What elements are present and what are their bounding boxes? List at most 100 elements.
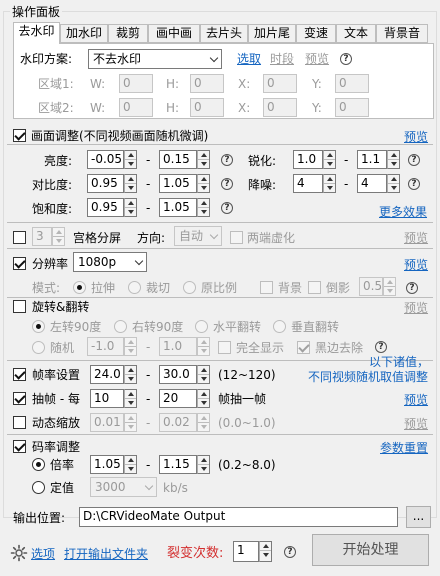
select-link[interactable]: 选取: [237, 52, 261, 66]
remove-black-checkbox[interactable]: [297, 341, 310, 354]
dynamic-zoom-max-spinner[interactable]: [197, 413, 210, 432]
random-min-spinner[interactable]: [124, 337, 137, 356]
frame-drop-checkbox[interactable]: [13, 392, 26, 405]
tab-remove-watermark[interactable]: 去水印: [13, 22, 60, 44]
sharpen-min-spinner[interactable]: [323, 150, 336, 169]
watermark-preview-link[interactable]: 预览: [305, 52, 329, 66]
resolution-select[interactable]: 1080p: [73, 252, 147, 272]
full-display-checkbox[interactable]: [218, 341, 231, 354]
help-icon[interactable]: ?: [284, 546, 296, 558]
frame-drop-min-input[interactable]: 10: [90, 389, 124, 408]
region2-y-input[interactable]: 0: [335, 98, 369, 117]
hflip-radio[interactable]: [195, 320, 208, 333]
framerate-checkbox[interactable]: [13, 368, 26, 381]
rotate-preview-link[interactable]: 预览: [404, 301, 428, 315]
saturation-min-input[interactable]: 0.95: [87, 198, 124, 217]
scheme-select[interactable]: 不去水印: [88, 49, 222, 69]
random-min-input[interactable]: -1.0: [87, 337, 124, 356]
frame-drop-max-spinner[interactable]: [197, 389, 210, 408]
contrast-min-input[interactable]: 0.95: [87, 174, 124, 193]
rotate-left90-radio[interactable]: [32, 320, 45, 333]
help-icon[interactable]: ?: [340, 53, 352, 65]
frame-drop-min-spinner[interactable]: [124, 389, 137, 408]
reflection-checkbox[interactable]: [308, 281, 321, 294]
random-rotate-radio[interactable]: [32, 341, 45, 354]
tab-add-watermark[interactable]: 加水印: [60, 24, 108, 43]
framerate-min-spinner[interactable]: [124, 365, 137, 384]
frame-drop-max-input[interactable]: 20: [159, 389, 197, 408]
region2-w-input[interactable]: 0: [119, 98, 153, 117]
contrast-min-spinner[interactable]: [124, 174, 137, 193]
framerate-min-input[interactable]: 24.0: [90, 365, 124, 384]
random-max-spinner[interactable]: [197, 337, 210, 356]
open-output-folder-link[interactable]: 打开输出文件夹: [64, 547, 148, 561]
rotate-right90-radio[interactable]: [114, 320, 127, 333]
timeseg-link[interactable]: 时段: [270, 52, 294, 66]
random-max-input[interactable]: 1.0: [159, 337, 197, 356]
denoise-max-spinner[interactable]: [387, 174, 400, 193]
contrast-max-spinner[interactable]: [197, 174, 210, 193]
sharpen-min-input[interactable]: 1.0: [293, 150, 323, 169]
help-icon[interactable]: ?: [408, 178, 420, 190]
dynamic-zoom-max-input[interactable]: 0.02: [159, 413, 197, 432]
mode-crop-radio[interactable]: [128, 281, 141, 294]
multiplier-min-input[interactable]: 1.05: [90, 455, 124, 474]
reflection-input[interactable]: 0.5: [359, 277, 383, 296]
multiplier-max-spinner[interactable]: [197, 455, 210, 474]
mode-original-radio[interactable]: [183, 281, 196, 294]
region1-y-input[interactable]: 0: [335, 74, 369, 93]
fixed-bitrate-radio[interactable]: [32, 481, 45, 494]
tab-bgm[interactable]: 背景音: [376, 24, 428, 43]
help-icon[interactable]: ?: [406, 282, 418, 294]
background-checkbox[interactable]: [260, 281, 273, 294]
multiplier-radio[interactable]: [32, 458, 45, 471]
framerate-max-input[interactable]: 30.0: [159, 365, 197, 384]
help-icon[interactable]: ?: [408, 154, 420, 166]
split-count-spinner[interactable]: [259, 541, 272, 562]
tab-pip[interactable]: 画中画: [148, 24, 200, 43]
frame-drop-preview-link[interactable]: 预览: [404, 393, 428, 407]
tab-speed[interactable]: 变速: [296, 24, 336, 43]
dynamic-zoom-checkbox[interactable]: [13, 416, 26, 429]
brightness-min-spinner[interactable]: [124, 150, 137, 169]
options-link[interactable]: 选项: [31, 547, 55, 561]
help-icon[interactable]: ?: [375, 341, 387, 353]
brightness-min-input[interactable]: -0.05: [87, 150, 124, 169]
saturation-max-spinner[interactable]: [197, 198, 210, 217]
grid-count-spinner[interactable]: [52, 227, 65, 246]
tab-text[interactable]: 文本: [336, 24, 376, 43]
help-icon[interactable]: ?: [221, 154, 233, 166]
help-icon[interactable]: ?: [221, 178, 233, 190]
sharpen-max-input[interactable]: 1.1: [357, 150, 387, 169]
browse-button[interactable]: ...: [406, 506, 431, 528]
tab-crop[interactable]: 裁剪: [108, 24, 148, 43]
region1-w-input[interactable]: 0: [119, 74, 153, 93]
direction-select[interactable]: 自动: [174, 226, 222, 246]
picture-adjust-preview-link[interactable]: 预览: [404, 130, 428, 144]
bitrate-reset-link[interactable]: 参数重置: [380, 441, 428, 455]
multiplier-max-input[interactable]: 1.15: [159, 455, 197, 474]
multiplier-min-spinner[interactable]: [124, 455, 137, 474]
blur-ends-checkbox[interactable]: [230, 231, 243, 244]
rotate-checkbox[interactable]: [13, 300, 26, 313]
framerate-max-spinner[interactable]: [197, 365, 210, 384]
help-icon[interactable]: ?: [221, 202, 233, 214]
denoise-max-input[interactable]: 4: [357, 174, 387, 193]
start-processing-button[interactable]: 开始处理: [312, 534, 429, 566]
brightness-max-input[interactable]: 0.15: [159, 150, 197, 169]
picture-adjust-checkbox[interactable]: [13, 129, 26, 142]
resolution-preview-link[interactable]: 预览: [404, 258, 428, 272]
fixed-bitrate-select[interactable]: 3000: [90, 477, 157, 497]
more-effects-link[interactable]: 更多效果: [379, 205, 427, 219]
region1-x-input[interactable]: 0: [263, 74, 297, 93]
dynamic-zoom-min-spinner[interactable]: [124, 413, 137, 432]
saturation-min-spinner[interactable]: [124, 198, 137, 217]
tab-add-outro[interactable]: 加片尾: [248, 24, 296, 43]
grid-preview-link[interactable]: 预览: [404, 231, 428, 245]
grid-count-input[interactable]: 3: [32, 227, 52, 246]
dynamic-zoom-min-input[interactable]: 0.01: [90, 413, 124, 432]
denoise-min-input[interactable]: 4: [293, 174, 323, 193]
region2-h-input[interactable]: 0: [190, 98, 224, 117]
region2-x-input[interactable]: 0: [263, 98, 297, 117]
denoise-min-spinner[interactable]: [323, 174, 336, 193]
